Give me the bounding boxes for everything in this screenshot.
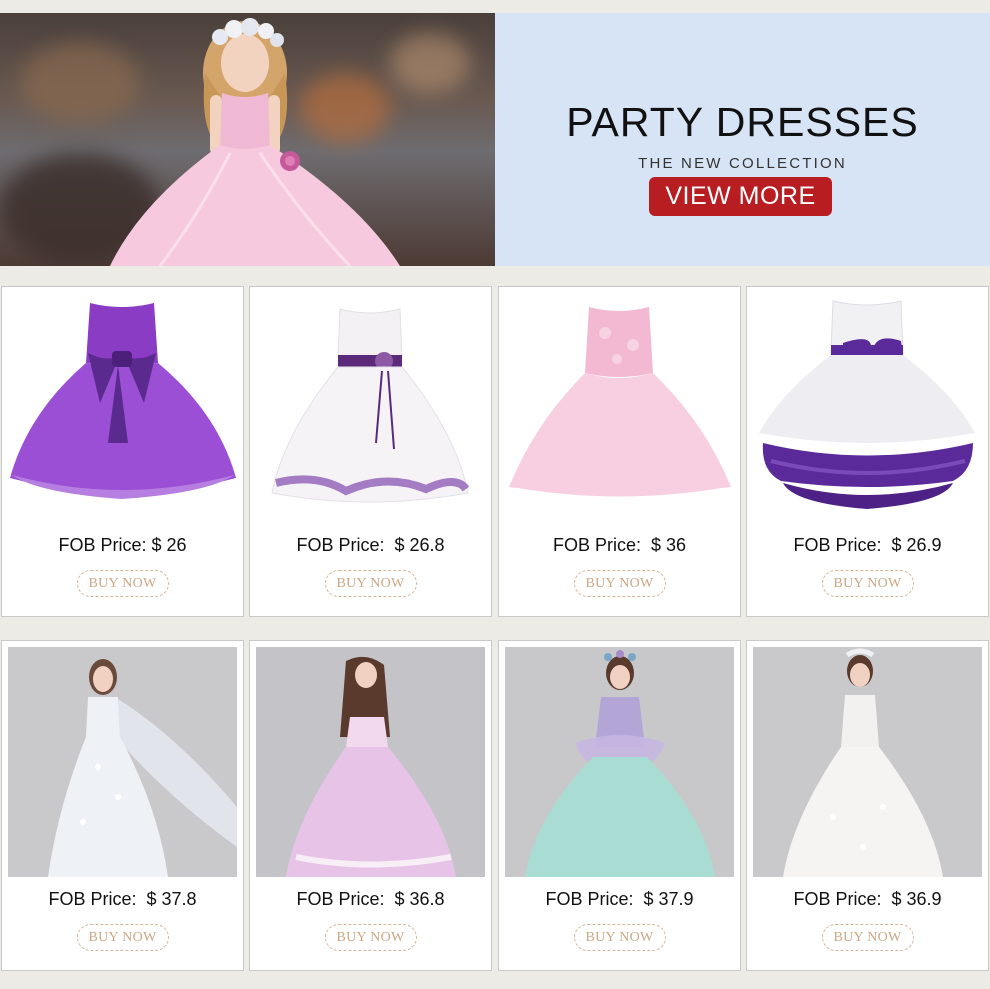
product-image-white-purple-ruffle-dress[interactable] <box>753 293 982 523</box>
product-image-purple-bow-dress[interactable] <box>8 293 237 523</box>
buy-now-button[interactable]: BUY NOW <box>821 924 914 951</box>
buy-now-button[interactable]: BUY NOW <box>573 570 666 597</box>
product-image-girl-white-gown[interactable] <box>753 647 982 877</box>
product-image-girl-white-cape-dress[interactable] <box>8 647 237 877</box>
buy-now-button[interactable]: BUY NOW <box>76 570 169 597</box>
product-image-girl-lilac-gown[interactable] <box>256 647 485 877</box>
product-image-girl-mint-gown[interactable] <box>505 647 734 877</box>
product-card[interactable]: FOB Price: $ 36.9 BUY NOW <box>746 640 989 971</box>
hero-banner: PARTY DRESSES THE NEW COLLECTION VIEW MO… <box>495 13 990 266</box>
product-price: FOB Price: $ 36.8 <box>296 889 445 909</box>
product-price: FOB Price: $ 36.9 <box>793 889 942 909</box>
product-price: FOB Price: $ 26.9 <box>793 535 942 555</box>
buy-now-button[interactable]: BUY NOW <box>76 924 169 951</box>
product-price: FOB Price: $ 36 <box>552 535 687 555</box>
buy-now-button[interactable]: BUY NOW <box>324 924 417 951</box>
product-card[interactable]: FOB Price: $ 26.8 BUY NOW <box>249 286 492 617</box>
product-image-pink-lace-dress[interactable] <box>505 293 734 523</box>
product-price: FOB Price: $ 26 <box>58 535 187 555</box>
hero-title: PARTY DRESSES <box>566 99 919 145</box>
product-card[interactable]: FOB Price: $ 26.9 BUY NOW <box>746 286 989 617</box>
product-price: FOB Price: $ 37.9 <box>545 889 694 909</box>
product-card[interactable]: FOB Price: $ 36.8 BUY NOW <box>249 640 492 971</box>
buy-now-button[interactable]: BUY NOW <box>324 570 417 597</box>
product-card[interactable]: FOB Price: $ 36 BUY NOW <box>498 286 741 617</box>
product-price: FOB Price: $ 37.8 <box>48 889 197 909</box>
product-card[interactable]: FOB Price: $ 37.9 BUY NOW <box>498 640 741 971</box>
view-more-button[interactable]: VIEW MORE <box>649 177 832 216</box>
product-card[interactable]: FOB Price: $ 37.8 BUY NOW <box>1 640 244 971</box>
hero-subtitle: THE NEW COLLECTION <box>638 155 847 172</box>
hero-photo-girl-pink-dress <box>0 13 495 266</box>
product-card[interactable]: FOB Price: $ 26 BUY NOW <box>1 286 244 617</box>
product-price: FOB Price: $ 26.8 <box>296 535 445 555</box>
product-image-white-dress-purple-sash[interactable] <box>256 293 485 523</box>
buy-now-button[interactable]: BUY NOW <box>821 570 914 597</box>
buy-now-button[interactable]: BUY NOW <box>573 924 666 951</box>
